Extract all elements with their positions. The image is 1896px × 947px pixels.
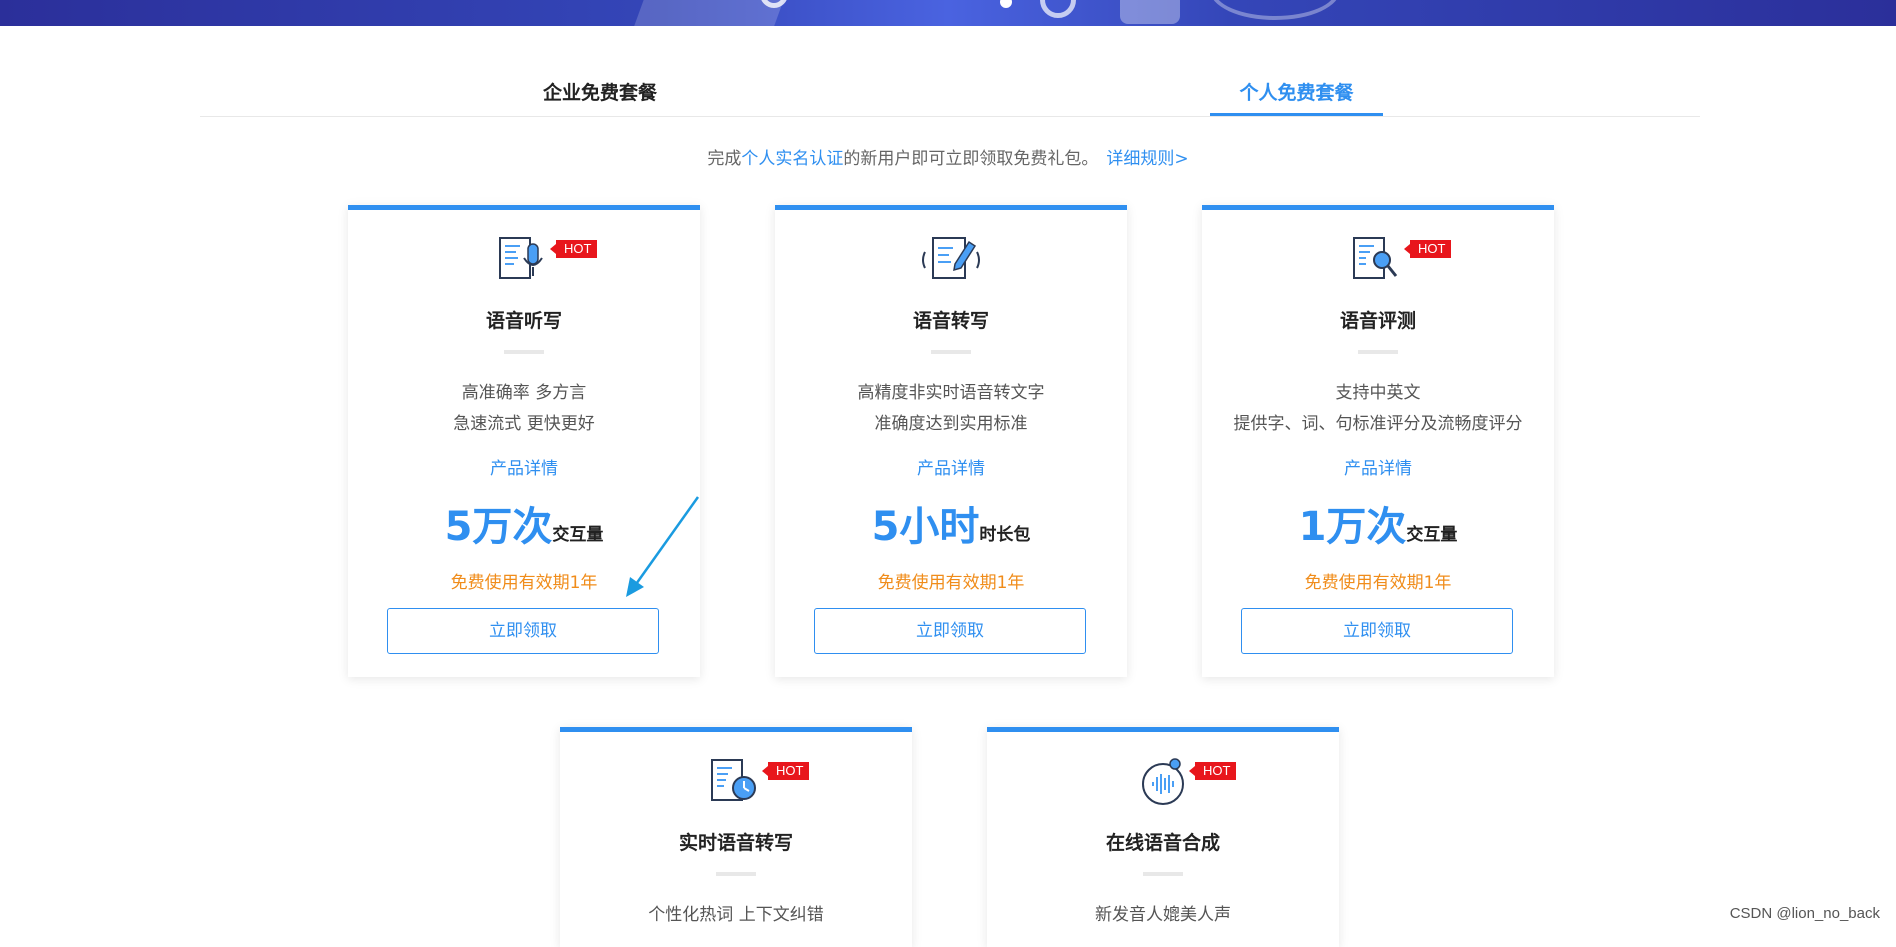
realname-auth-link[interactable]: 个人实名认证	[741, 149, 843, 169]
quota-value: 5小时	[872, 504, 980, 550]
detailed-rules-link[interactable]: 详细规则>	[1106, 149, 1188, 169]
quota-amount: 1万次交互量	[1202, 494, 1554, 552]
card-speech-transcription: 语音转写 高精度非实时语音转文字 准确度达到实用标准 产品详情 5小时时长包 免…	[775, 205, 1127, 677]
card-description: 高精度非实时语音转文字 准确度达到实用标准	[775, 378, 1127, 440]
hot-badge: HOT	[1195, 762, 1236, 780]
desc-line: 支持中英文	[1202, 378, 1554, 409]
banner-decoration	[1210, 0, 1340, 20]
desc-line: 急速流式 更快更好	[348, 409, 700, 440]
package-tabs: 企业免费套餐 个人免费套餐	[200, 60, 1700, 117]
tab-enterprise-free[interactable]: 企业免费套餐	[530, 78, 670, 116]
validity-text: 免费使用有效期1年	[1202, 568, 1554, 593]
desc-line: 高精度非实时语音转文字	[775, 378, 1127, 409]
banner-decoration	[1040, 0, 1076, 18]
intro-text: 完成个人实名认证的新用户即可立即领取免费礼包。详细规则>	[0, 144, 1896, 169]
quota-amount: 5小时时长包	[775, 494, 1127, 552]
card-title: 语音转写	[775, 306, 1127, 333]
desc-line: 新发音人媲美人声	[987, 900, 1339, 931]
annotation-arrow-icon	[620, 495, 700, 600]
quota-value: 5万次	[445, 504, 553, 550]
card-description: 新发音人媲美人声	[987, 900, 1339, 931]
quota-value: 1万次	[1299, 504, 1407, 550]
top-banner	[0, 0, 1896, 26]
claim-now-button[interactable]: 立即领取	[387, 608, 659, 654]
quota-unit: 时长包	[979, 525, 1030, 545]
card-title: 语音评测	[1202, 306, 1554, 333]
tab-personal-free[interactable]: 个人免费套餐	[1210, 78, 1383, 116]
card-title: 在线语音合成	[987, 828, 1339, 855]
hot-badge: HOT	[556, 240, 597, 258]
title-divider	[504, 350, 544, 354]
card-speech-evaluation: HOT 语音评测 支持中英文 提供字、词、句标准评分及流畅度评分 产品详情 1万…	[1202, 205, 1554, 677]
card-title: 实时语音转写	[560, 828, 912, 855]
document-magnifier-icon	[1346, 234, 1410, 286]
banner-decoration	[1000, 0, 1012, 8]
title-divider	[931, 350, 971, 354]
card-speech-dictation: HOT 语音听写 高准确率 多方言 急速流式 更快更好 产品详情 5万次交互量 …	[348, 205, 700, 677]
quota-unit: 交互量	[1406, 525, 1457, 545]
product-details-link[interactable]: 产品详情	[348, 454, 700, 479]
card-realtime-transcription: HOT 实时语音转写 个性化热词 上下文纠错	[560, 727, 912, 947]
desc-line: 高准确率 多方言	[348, 378, 700, 409]
card-title: 语音听写	[348, 306, 700, 333]
product-details-link[interactable]: 产品详情	[1202, 454, 1554, 479]
card-online-tts: HOT 在线语音合成 新发音人媲美人声	[987, 727, 1339, 947]
document-clock-icon	[704, 756, 768, 808]
watermark: CSDN @lion_no_back	[1730, 905, 1880, 922]
microphone-document-icon	[492, 234, 556, 286]
claim-now-button[interactable]: 立即领取	[1241, 608, 1513, 654]
document-pen-icon	[919, 234, 983, 286]
desc-line: 个性化热词 上下文纠错	[560, 900, 912, 931]
intro-suffix: 的新用户即可立即领取免费礼包。	[843, 149, 1098, 169]
product-details-link[interactable]: 产品详情	[775, 454, 1127, 479]
quota-unit: 交互量	[552, 525, 603, 545]
validity-text: 免费使用有效期1年	[775, 568, 1127, 593]
title-divider	[716, 872, 756, 876]
claim-now-button[interactable]: 立即领取	[814, 608, 1086, 654]
card-description: 支持中英文 提供字、词、句标准评分及流畅度评分	[1202, 378, 1554, 440]
banner-decoration	[1120, 0, 1180, 24]
hot-badge: HOT	[1410, 240, 1451, 258]
desc-line: 提供字、词、句标准评分及流畅度评分	[1202, 409, 1554, 440]
soundwave-circle-icon	[1131, 756, 1195, 808]
hot-badge: HOT	[768, 762, 809, 780]
card-description: 高准确率 多方言 急速流式 更快更好	[348, 378, 700, 440]
title-divider	[1143, 872, 1183, 876]
desc-line: 准确度达到实用标准	[775, 409, 1127, 440]
title-divider	[1358, 350, 1398, 354]
card-description: 个性化热词 上下文纠错	[560, 900, 912, 931]
intro-prefix: 完成	[707, 149, 741, 169]
